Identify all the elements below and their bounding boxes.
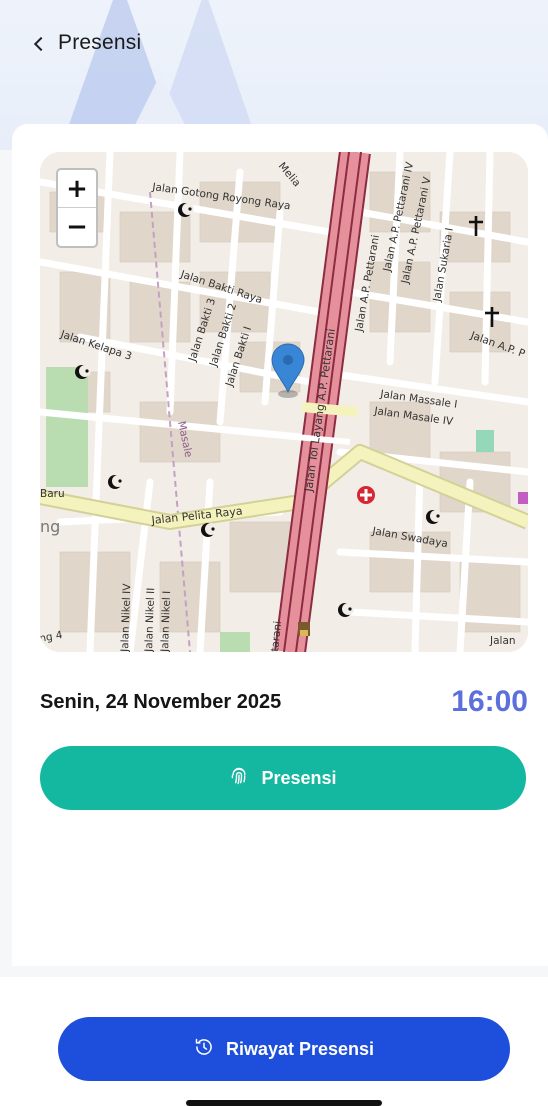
map-label: Jalan Nikel II (143, 587, 157, 652)
map-view[interactable]: Melia Jalan Gotong Royong Raya Jalan A.P… (40, 152, 528, 652)
fingerprint-icon (229, 766, 249, 790)
map-label: Jalan (489, 635, 516, 647)
back-button[interactable]: Presensi (33, 26, 142, 60)
zoom-in-button[interactable]: + (58, 170, 96, 208)
map-label: Jalan Nikel I (159, 591, 173, 652)
map-label: ng (40, 517, 60, 536)
riwayat-presensi-button[interactable]: Riwayat Presensi (58, 1017, 510, 1081)
chevron-left-icon (33, 36, 49, 51)
map-zoom-control: + − (56, 168, 98, 248)
riwayat-presensi-label: Riwayat Presensi (225, 1038, 375, 1059)
presensi-button[interactable]: Presensi (40, 746, 526, 810)
current-time: 16:00 (451, 685, 528, 718)
map-canvas[interactable]: Melia Jalan Gotong Royong Raya Jalan A.P… (40, 152, 528, 652)
home-indicator (186, 1100, 382, 1106)
poi-icon (518, 492, 528, 504)
map-label: Baru (40, 488, 65, 500)
presensi-button-label: Presensi (261, 767, 337, 788)
attendance-card: Melia Jalan Gotong Royong Raya Jalan A.P… (12, 124, 548, 966)
date-time-row: Senin, 24 November 2025 16:00 (40, 682, 528, 722)
map-label: Jalan Nikel IV (119, 583, 133, 652)
page-title: Presensi (58, 31, 142, 54)
shop-icon (298, 622, 310, 636)
history-icon (194, 1037, 214, 1061)
zoom-out-button[interactable]: − (58, 208, 96, 246)
current-date: Senin, 24 November 2025 (40, 690, 282, 713)
hospital-icon (357, 486, 375, 504)
